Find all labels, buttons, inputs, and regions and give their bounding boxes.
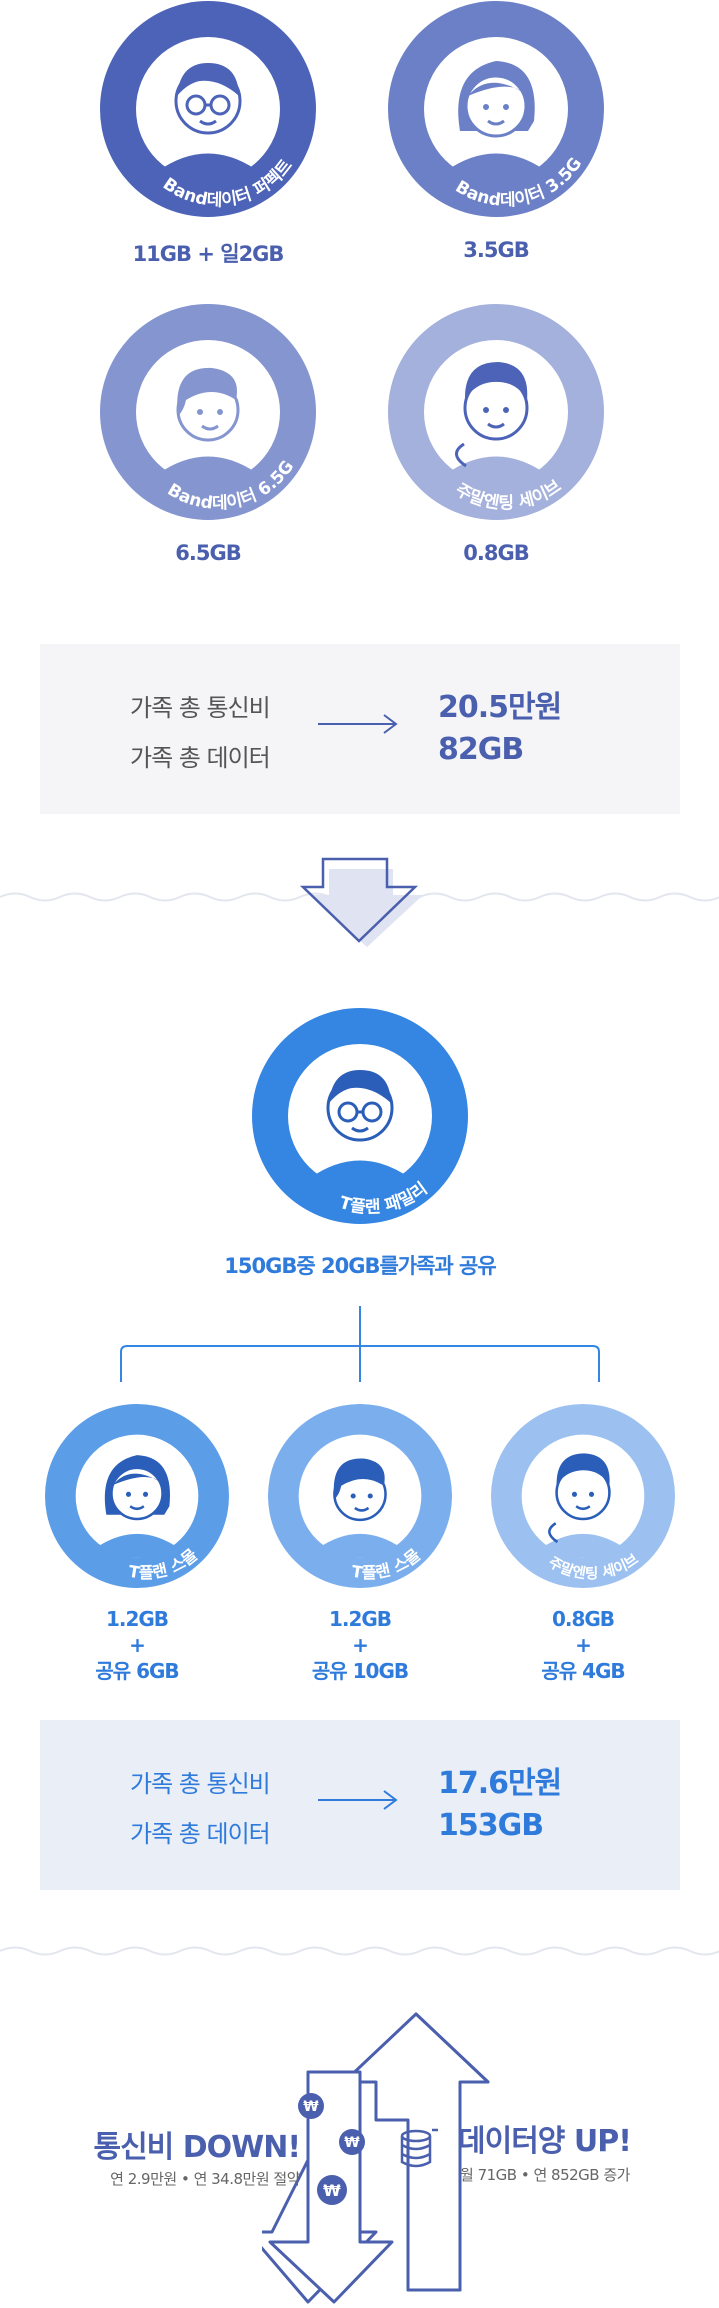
right-arrow-icon xyxy=(318,1790,398,1810)
right-arrow-icon xyxy=(318,714,398,734)
shared-data-amount: 공유 4GB xyxy=(541,1659,625,1683)
won-coin-icon: ₩ xyxy=(298,2093,324,2119)
plan-data-amount: 6.5GB xyxy=(175,541,241,565)
family-data-label: 가족 총 데이터 xyxy=(130,744,271,772)
plan-name: 주말엔팅 세이브 xyxy=(546,1551,642,1582)
plan-name: T플랜 패밀리 xyxy=(337,1179,431,1218)
won-coin-icon: ₩ xyxy=(317,2175,347,2205)
member-data-amount: 1.2GB xyxy=(328,1607,392,1631)
wave-divider xyxy=(0,1946,719,1956)
member-avatar-ring: Band데이터 6.5G xyxy=(100,304,316,520)
plan-name-arc: Band데이터 6.5G xyxy=(164,457,298,514)
svg-text:주말엔팅 세이브: 주말엔팅 세이브 xyxy=(546,1551,642,1582)
family-bill-value: 17.6만원 xyxy=(438,1766,562,1801)
svg-text:Band데이터 퍼펙트: Band데이터 퍼펙트 xyxy=(159,156,297,211)
member-data-amount: 0.8GB xyxy=(551,1607,615,1631)
plus-sign: + xyxy=(129,1633,146,1657)
plan-data-amount: 11GB + 일2GB xyxy=(132,242,285,266)
member-avatar-ring: 주말엔팅 세이브 xyxy=(388,304,604,520)
member-avatar-ring: T플랜 스몰 xyxy=(45,1404,229,1588)
plan-name-arc: Band데이터 3.5G xyxy=(452,154,586,211)
plan-name: Band데이터 6.5G xyxy=(164,457,298,514)
svg-text:₩: ₩ xyxy=(323,2181,341,2200)
svg-text:T플랜 스몰: T플랜 스몰 xyxy=(127,1545,201,1582)
shared-data-amount: 공유 6GB xyxy=(95,1659,179,1683)
plan-name: T플랜 스몰 xyxy=(350,1545,424,1582)
shared-data-amount: 공유 10GB xyxy=(311,1659,409,1683)
main-plan-caption: 150GB중 20GB를가족과 공유 xyxy=(224,1254,496,1278)
svg-text:Band데이터 3.5G: Band데이터 3.5G xyxy=(452,154,586,211)
svg-text:₩: ₩ xyxy=(303,2099,319,2115)
tree-connector xyxy=(120,1306,600,1382)
plan-name-arc: Band데이터 퍼펙트 xyxy=(159,156,297,211)
member-avatar-ring: 주말엔팅 세이브 xyxy=(491,1404,675,1588)
summary-box-after: 가족 총 통신비 가족 총 데이터 17.6만원 153GB xyxy=(40,1720,680,1890)
svg-text:T플랜 스몰: T플랜 스몰 xyxy=(350,1545,424,1582)
plan-name: T플랜 스몰 xyxy=(127,1545,201,1582)
family-bill-value: 20.5만원 xyxy=(438,690,562,725)
plan-data-amount: 0.8GB xyxy=(463,541,529,565)
plan-name-arc: 주말엔팅 세이브 xyxy=(452,476,566,514)
family-data-label: 가족 총 데이터 xyxy=(130,1820,271,1848)
member-data-amount: 1.2GB xyxy=(105,1607,169,1631)
plan-data-amount: 3.5GB xyxy=(463,238,529,262)
family-data-value: 82GB xyxy=(438,732,524,767)
bill-down-subtitle: 연 2.9만원 • 연 34.8만원 절약 xyxy=(110,2170,300,2188)
summary-box-before: 가족 총 통신비 가족 총 데이터 20.5만원 82GB xyxy=(40,644,680,814)
svg-text:₩: ₩ xyxy=(344,2135,360,2151)
data-up-subtitle: 월 71GB • 연 852GB 증가 xyxy=(460,2166,630,2184)
family-bill-label: 가족 총 통신비 xyxy=(130,694,271,722)
member-avatar-ring: T플랜 스몰 xyxy=(268,1404,452,1588)
member-avatar-ring: Band데이터 3.5G xyxy=(388,1,604,217)
plan-name-arc: T플랜 스몰 xyxy=(127,1545,201,1582)
main-plan-ring: T플랜 패밀리 xyxy=(252,1008,468,1224)
member-data-info: 1.2GB + 공유 10GB xyxy=(260,1606,460,1684)
plan-name: Band데이터 퍼펙트 xyxy=(159,156,297,211)
bill-down-title: 통신비 DOWN! xyxy=(93,2130,301,2165)
plan-name: 주말엔팅 세이브 xyxy=(452,476,566,514)
plus-sign: + xyxy=(575,1633,592,1657)
plan-name-arc: T플랜 패밀리 xyxy=(337,1179,431,1218)
family-data-value: 153GB xyxy=(438,1808,544,1843)
svg-text:주말엔팅 세이브: 주말엔팅 세이브 xyxy=(452,476,566,514)
family-bill-label: 가족 총 통신비 xyxy=(130,1770,271,1798)
database-icon xyxy=(400,2128,438,2168)
down-arrow-icon xyxy=(299,857,423,947)
plan-name-arc: T플랜 스몰 xyxy=(350,1545,424,1582)
svg-text:T플랜 패밀리: T플랜 패밀리 xyxy=(337,1179,431,1218)
svg-text:Band데이터 6.5G: Band데이터 6.5G xyxy=(164,457,298,514)
member-avatar-ring: Band데이터 퍼펙트 xyxy=(100,1,316,217)
won-coin-icon: ₩ xyxy=(339,2129,365,2155)
member-data-info: 1.2GB + 공유 6GB xyxy=(37,1606,237,1684)
plus-sign: + xyxy=(352,1633,369,1657)
member-data-info: 0.8GB + 공유 4GB xyxy=(483,1606,683,1684)
data-up-title: 데이터양 UP! xyxy=(458,2124,632,2159)
plan-name-arc: 주말엔팅 세이브 xyxy=(546,1551,642,1582)
plan-name: Band데이터 3.5G xyxy=(452,154,586,211)
